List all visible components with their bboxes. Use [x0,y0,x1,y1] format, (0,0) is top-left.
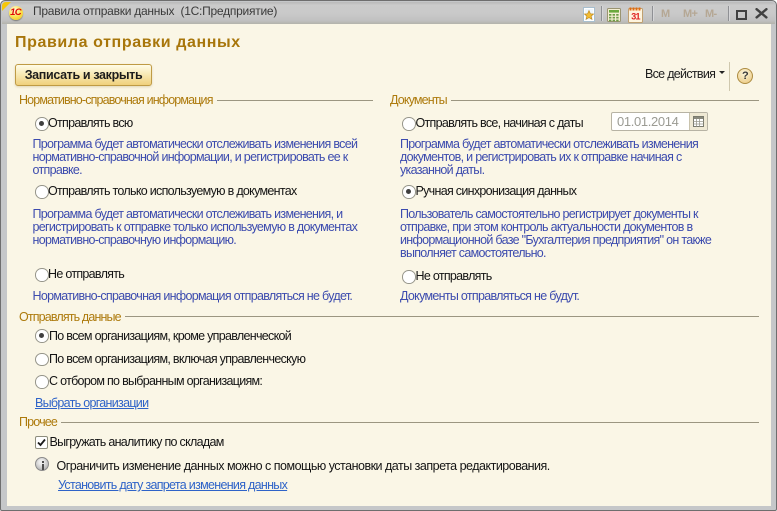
svg-text:31: 31 [631,11,640,21]
